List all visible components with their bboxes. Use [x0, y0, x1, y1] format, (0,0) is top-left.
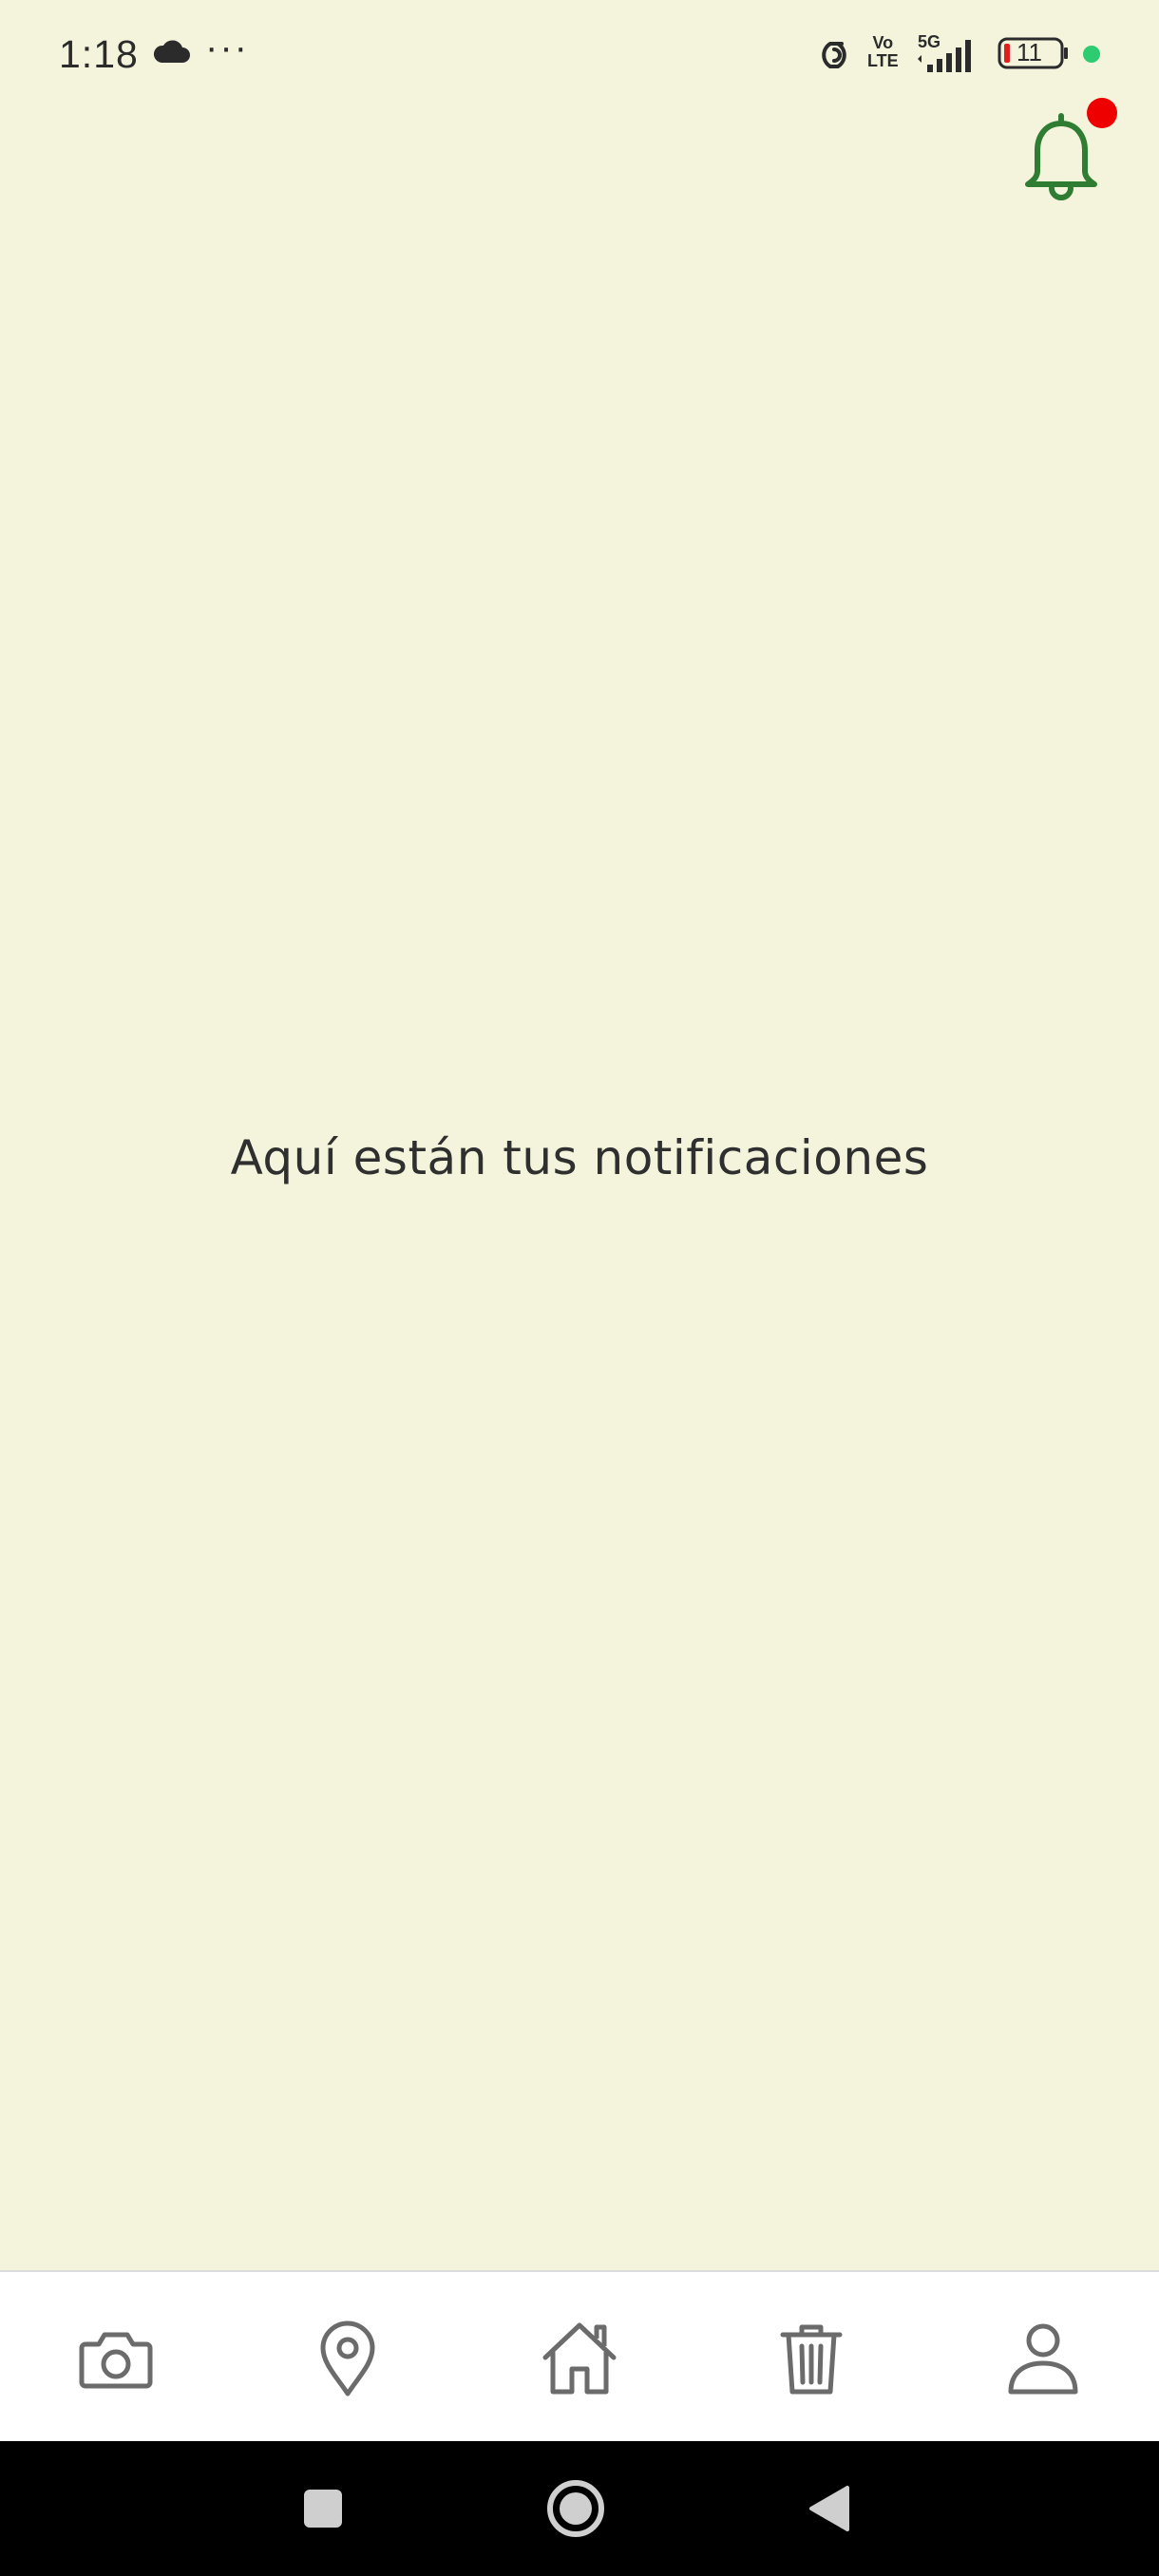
notifications-screen: 1:18 ··· Vo LTE 5G 11 Aquí están tus not… — [0, 0, 1159, 2576]
status-bar: 1:18 ··· Vo LTE 5G 11 — [0, 0, 1159, 110]
circle-home-icon — [547, 2480, 604, 2537]
bottom-navigation — [0, 2270, 1159, 2443]
location-pin-icon — [320, 2320, 375, 2396]
nav-home-button[interactable] — [464, 2272, 695, 2443]
notifications-bell-button[interactable] — [1018, 112, 1104, 207]
more-notifications-icon: ··· — [205, 27, 249, 68]
home-icon — [542, 2322, 617, 2395]
square-recents-icon — [304, 2490, 342, 2528]
hotspot-link-icon — [822, 42, 846, 68]
volte-indicator: Vo LTE — [867, 33, 899, 70]
nav-profile-button[interactable] — [927, 2272, 1159, 2443]
unread-badge — [1087, 98, 1117, 128]
nav-trash-button[interactable] — [695, 2272, 927, 2443]
system-navigation-bar — [0, 2441, 1159, 2576]
nav-camera-button[interactable] — [0, 2272, 232, 2443]
battery-level: 11 — [1016, 38, 1042, 66]
cloud-icon — [153, 40, 190, 63]
back-button[interactable] — [762, 2441, 895, 2576]
camera-icon — [79, 2332, 153, 2389]
status-time: 1:18 — [59, 32, 139, 76]
triangle-back-icon — [809, 2486, 849, 2531]
home-system-button[interactable] — [509, 2441, 642, 2576]
nav-location-button[interactable] — [232, 2272, 464, 2443]
user-icon — [1008, 2323, 1078, 2395]
signal-strength-icon — [918, 40, 971, 72]
notifications-message: Aquí están tus notificaciones — [230, 1130, 929, 1185]
recents-button[interactable] — [256, 2441, 390, 2576]
bell-icon — [1025, 113, 1097, 200]
privacy-indicator-dot — [1083, 46, 1100, 63]
trash-icon — [780, 2324, 843, 2395]
